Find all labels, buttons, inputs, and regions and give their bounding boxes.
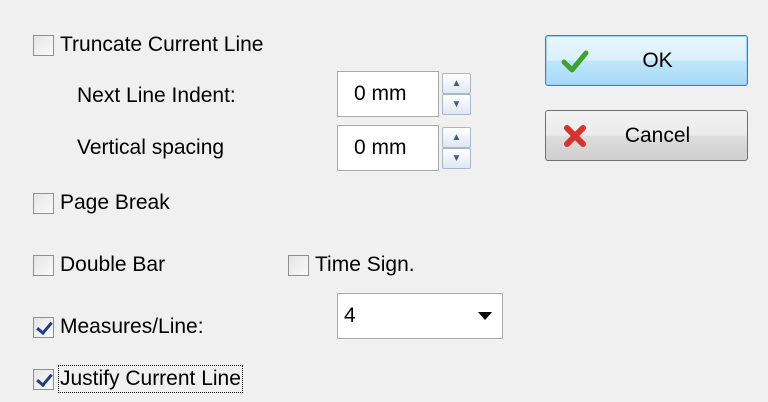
triangle-up-icon[interactable]: ▲ <box>442 127 471 148</box>
truncate-current-line-checkbox[interactable]: Truncate Current Line <box>33 33 264 57</box>
justify-current-line-label: Justify Current Line <box>58 365 243 393</box>
triangle-down-icon[interactable]: ▼ <box>442 94 471 115</box>
time-sign-checkbox[interactable]: Time Sign. <box>288 253 415 277</box>
measures-per-line-label: Measures/Line: <box>60 315 204 338</box>
ok-label: OK <box>642 48 673 72</box>
chevron-down-icon[interactable] <box>478 312 492 320</box>
next-line-indent-label: Next Line Indent: <box>77 84 236 107</box>
checkbox-box[interactable] <box>33 34 54 56</box>
justify-current-line-checkbox[interactable]: Justify Current Line <box>33 365 243 393</box>
checkbox-box[interactable] <box>33 192 54 214</box>
cancel-button[interactable]: Cancel <box>545 110 748 161</box>
time-sign-label: Time Sign. <box>315 253 415 276</box>
page-break-checkbox[interactable]: Page Break <box>33 191 170 215</box>
vertical-spacing-input[interactable] <box>337 125 439 171</box>
triangle-up-icon[interactable]: ▲ <box>442 73 471 94</box>
checkbox-box[interactable] <box>33 368 54 390</box>
double-bar-label: Double Bar <box>60 253 166 276</box>
line-options-dialog: Truncate Current Line Next Line Indent: … <box>0 0 768 402</box>
triangle-down-icon[interactable]: ▼ <box>442 148 471 169</box>
vertical-spacing-label: Vertical spacing <box>77 136 225 159</box>
checkbox-box[interactable] <box>33 254 54 276</box>
checkbox-box[interactable] <box>288 254 309 276</box>
measures-per-line-select[interactable]: 4 <box>337 293 503 339</box>
red-x-icon <box>564 124 586 147</box>
page-break-label: Page Break <box>60 191 170 214</box>
checkbox-box[interactable] <box>33 316 54 338</box>
next-line-indent-input[interactable] <box>337 71 439 117</box>
vertical-spacing-spinner: ▲ ▼ <box>442 127 471 169</box>
double-bar-checkbox[interactable]: Double Bar <box>33 253 165 277</box>
truncate-current-line-label: Truncate Current Line <box>60 33 264 56</box>
cancel-label: Cancel <box>624 123 691 147</box>
measures-per-line-value: 4 <box>344 304 356 327</box>
ok-button[interactable]: OK <box>545 35 748 86</box>
measures-per-line-checkbox[interactable]: Measures/Line: <box>33 315 204 339</box>
checkmark-icon <box>561 50 589 72</box>
next-line-indent-spinner: ▲ ▼ <box>442 73 471 115</box>
